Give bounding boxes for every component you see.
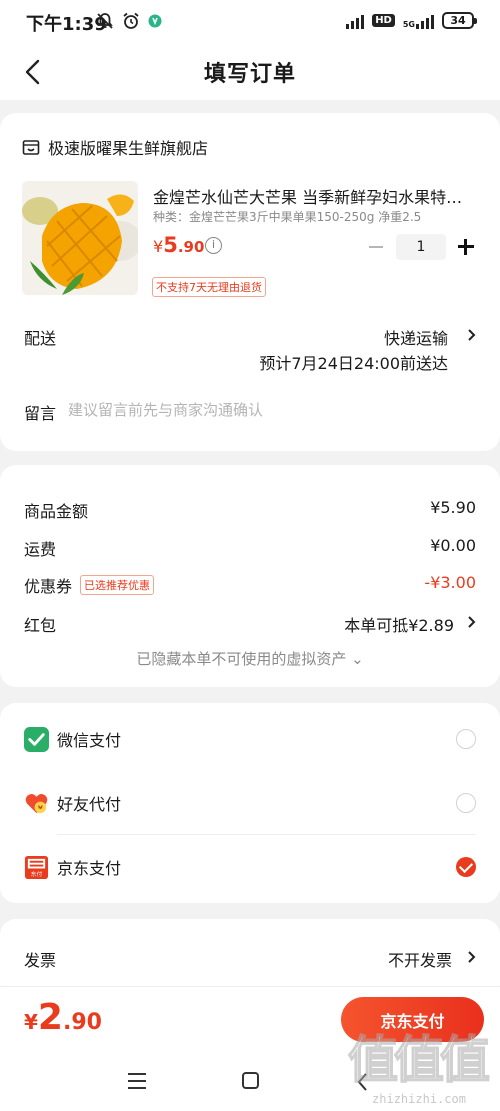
invoice-chevron-icon [468,951,476,963]
total-price: ¥ 2 .90 [24,997,102,1038]
red-packet-label: 红包 [24,616,57,635]
friend-pay-icon [25,793,48,814]
payment-option-wechat[interactable]: 微信支付 [0,707,500,771]
quantity-stepper: 1 [366,234,476,260]
freight-label: 运费 [24,540,57,559]
app-notification-icon [148,14,162,28]
watermark-url: zhizhizhi.com [372,1092,466,1106]
freight-row: 运费 ¥0.00 [24,536,476,562]
price-decimal: .90 [177,238,205,256]
payment-method-card: 微信支付 好友代付 东付 京东支付 [0,703,500,903]
price-integer: 5 [163,233,178,257]
shipping-eta: 预计7月24日24:00前送达 [259,354,448,373]
watermark-logo: 值值值 [347,1030,491,1090]
battery-icon: 34 [442,12,477,29]
coupon-value: -¥3.00 [424,573,476,592]
coupon-label: 优惠券 [24,577,73,596]
payment-option-label: 好友代付 [57,795,122,814]
hd-badge: HD [372,14,395,27]
status-time: 下午1:39 [26,14,107,35]
amount-summary-card: 商品金额 ¥5.90 运费 ¥0.00 优惠券 已选推荐优惠 -¥3.00 红包… [0,465,500,687]
payment-option-label: 京东支付 [57,859,122,878]
payment-radio-checked[interactable] [456,857,476,877]
home-icon[interactable] [242,1072,259,1089]
note-input[interactable] [68,397,448,423]
price-symbol: ¥ [153,237,164,256]
return-policy-badge: 不支持7天无理由退货 [152,277,266,297]
status-bar: 下午1:39 HD 5G 34 [0,0,500,44]
red-packet-row[interactable]: 红包 本单可抵¥2.89 [24,612,476,638]
product-spec[interactable]: 种类：金煌芒芒果3斤中果单果150-250g 净重2.5 [153,208,478,225]
bell-muted-icon [97,13,113,29]
shipping-method[interactable]: 快递运输 [384,325,448,349]
header: 填写订单 [0,44,500,100]
payment-option-friend[interactable]: 好友代付 [0,771,500,835]
network-label: 5G [402,19,415,29]
goods-amount-label: 商品金额 [24,502,89,521]
invoice-value: 不开发票 [387,951,452,970]
product-image[interactable] [22,181,138,295]
coupon-tag: 已选推荐优惠 [80,575,154,595]
wechat-pay-icon [24,727,49,752]
5g-signal-icon: 5G [403,13,434,29]
payment-option-jd[interactable]: 东付 京东支付 [0,835,500,899]
mango-illustration [22,181,138,295]
store-icon [22,140,40,155]
note-label: 留言 [24,404,57,423]
hidden-assets-toggle[interactable]: 已隐藏本单不可使用的虚拟资产 ⌄ [0,648,500,669]
store-name: 极速版曜果生鲜旗舰店 [48,139,209,158]
decrease-quantity-button[interactable] [366,237,386,257]
red-packet-chevron-icon [468,616,476,628]
watermark: 值值值 zhizhizhi.com [347,1020,491,1108]
goods-amount-row: 商品金额 ¥5.90 [24,498,476,524]
payment-radio[interactable] [456,729,476,749]
total-integer: 2 [37,997,63,1038]
coupon-row[interactable]: 优惠券 已选推荐优惠 -¥3.00 [24,573,476,599]
product-title[interactable]: 金煌芒水仙芒大芒果 当季新鲜孕妇水果特… [153,184,478,208]
total-symbol: ¥ [24,1010,38,1034]
payment-option-label: 微信支付 [57,731,122,750]
status-right: HD 5G 34 [346,12,477,29]
product-price: ¥ 5 .90 [153,233,204,257]
store-row[interactable]: 极速版曜果生鲜旗舰店 [22,135,208,159]
shipping-chevron-icon[interactable] [466,328,478,342]
goods-amount-value: ¥5.90 [430,498,476,517]
alarm-clock-icon [123,12,139,29]
order-item-card: 极速版曜果生鲜旗舰店 金煌芒水仙芒大芒果 当季新鲜孕妇水果特… 种类：金煌芒芒果… [0,113,500,451]
red-packet-value: 本单可抵¥2.89 [344,616,454,635]
recent-apps-icon[interactable] [128,1073,146,1089]
svg-text:东付: 东付 [31,870,43,878]
total-decimal: .90 [62,1010,102,1035]
invoice-label: 发票 [24,951,57,970]
jd-pay-icon: 东付 [24,855,49,880]
shipping-label: 配送 [24,329,57,348]
price-info-icon[interactable]: i [205,237,222,254]
page-title: 填写订单 [203,62,296,87]
freight-value: ¥0.00 [430,536,476,555]
status-left-icons [96,12,162,30]
quantity-value[interactable]: 1 [396,234,446,260]
signal-icon [346,13,365,29]
increase-quantity-button[interactable] [456,237,476,257]
payment-radio[interactable] [456,793,476,813]
